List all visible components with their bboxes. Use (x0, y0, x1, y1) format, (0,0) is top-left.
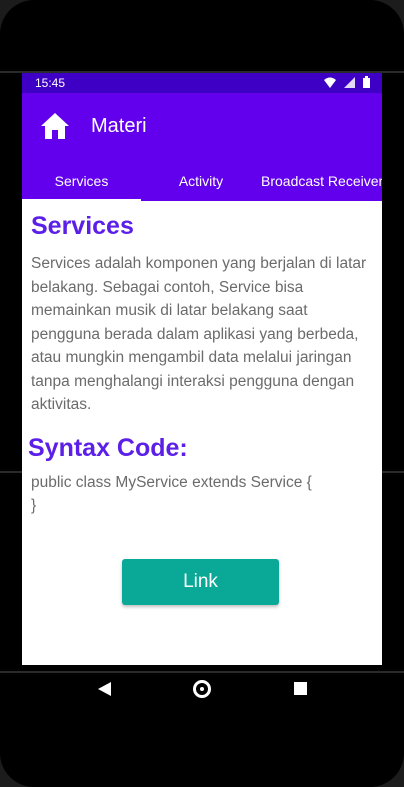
tab-activity[interactable]: Activity (141, 165, 261, 201)
content-area: Services Services adalah komponen yang b… (22, 201, 382, 665)
back-icon[interactable] (98, 682, 111, 696)
syntax-heading: Syntax Code: (28, 434, 188, 462)
description-text: Services adalah komponen yang berjalan d… (31, 255, 367, 413)
navigation-bar (22, 665, 382, 713)
app-title: Materi (91, 115, 147, 137)
section-heading: Services (31, 212, 134, 240)
status-icons (324, 76, 370, 88)
home-circle-icon[interactable] (193, 680, 211, 698)
status-bar: 15:45 (22, 73, 382, 93)
status-time: 15:45 (35, 76, 66, 90)
signal-icon (344, 76, 355, 88)
battery-icon (363, 76, 370, 88)
home-dot (200, 687, 204, 691)
tab-services[interactable]: Services (22, 165, 141, 201)
link-button[interactable]: Link (122, 559, 279, 605)
app-bar: Materi Services Activity Broadcast Recei… (22, 93, 382, 201)
wifi-icon (324, 77, 336, 88)
home-icon[interactable] (39, 110, 71, 142)
tab-broadcast-receiver[interactable]: Broadcast Receiver (261, 165, 382, 201)
code-line: } (31, 497, 37, 514)
app-screen: 15:45 Materi Services Activity Broadcast… (22, 73, 382, 665)
tab-bar: Services Activity Broadcast Receiver (22, 165, 382, 201)
code-line: public class MyService extends Service { (31, 474, 312, 491)
recents-icon[interactable] (294, 682, 307, 695)
